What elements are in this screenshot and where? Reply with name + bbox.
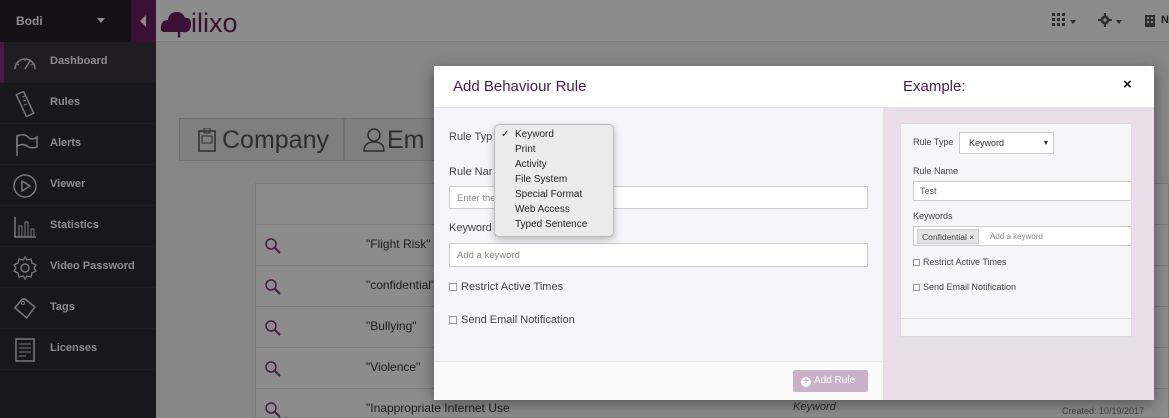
chevron-down-icon (1044, 141, 1048, 145)
keyword-input[interactable]: Add a keyword (449, 243, 868, 267)
example-rule-name-input: Test (913, 181, 1131, 201)
modal-title: Add Behaviour Rule (453, 78, 587, 95)
option-label: Typed Sentence (515, 219, 588, 230)
example-restrict-label: Restrict Active Times (923, 257, 1007, 267)
close-icon[interactable]: × (1123, 76, 1132, 93)
rule-name-placeholder: Enter the (457, 193, 496, 204)
rule-name-label: Rule Nar (449, 166, 493, 178)
keyword-tag: Confidential × (917, 229, 980, 244)
option-label: Activity (515, 159, 547, 170)
rule-type-option-file-system[interactable]: File System (495, 174, 613, 189)
checkmark-icon: ✓ (501, 129, 510, 140)
example-email-label: Send Email Notification (923, 282, 1017, 292)
checkbox-icon (449, 283, 457, 291)
example-keywords-label: Keywords (913, 211, 953, 221)
restrict-label: Restrict Active Times (461, 281, 564, 293)
keywords-label: Keyword (449, 222, 492, 234)
rule-type-option-print[interactable]: Print (495, 144, 613, 159)
checkbox-icon (913, 284, 920, 291)
option-label: Special Format (515, 189, 583, 200)
example-rule-type-select: Keyword (959, 132, 1054, 154)
example-keyword-placeholder: Add a keyword (990, 232, 1043, 241)
rule-type-option-typed-sentence[interactable]: Typed Sentence (495, 219, 613, 234)
example-keywords-input: Confidential × Add a keyword (913, 226, 1131, 246)
rule-type-label: Rule Typ (449, 131, 493, 143)
keyword-placeholder: Add a keyword (457, 250, 520, 261)
divider (901, 318, 1131, 319)
example-rule-type-label: Rule Type (913, 137, 954, 147)
add-rule-label: Add Rule (814, 375, 856, 386)
add-rule-button[interactable]: + Add Rule (793, 370, 868, 392)
option-label: Print (515, 144, 536, 155)
example-restrict-checkbox: Restrict Active Times (913, 257, 1007, 267)
modal-footer: + Add Rule (434, 361, 883, 400)
send-email-checkbox[interactable]: Send Email Notification (449, 314, 575, 326)
option-label: Web Access (515, 204, 570, 215)
rule-type-dropdown[interactable]: ✓ Keyword Print Activity File System Spec… (494, 124, 614, 237)
rule-type-option-special-format[interactable]: Special Format (495, 189, 613, 204)
option-label: File System (515, 174, 568, 185)
example-card: Rule Type Keyword Rule Name Test Keyword… (900, 123, 1132, 337)
option-label: Keyword (515, 129, 554, 140)
rule-type-option-keyword[interactable]: ✓ Keyword (495, 129, 613, 144)
modal-header: Add Behaviour Rule (434, 66, 883, 108)
restrict-active-times-checkbox[interactable]: Restrict Active Times (449, 281, 563, 293)
example-rule-name-value: Test (920, 186, 937, 196)
example-rule-name-label: Rule Name (913, 166, 959, 176)
checkbox-icon (913, 259, 920, 266)
example-title: Example: (903, 78, 966, 95)
example-email-checkbox: Send Email Notification (913, 282, 1016, 292)
example-header: Example: × (883, 66, 1154, 108)
plus-circle-icon: + (801, 377, 811, 387)
checkbox-icon (449, 316, 457, 324)
example-rule-type-value: Keyword (969, 138, 1005, 148)
rule-type-option-web-access[interactable]: Web Access (495, 204, 613, 219)
rule-type-option-activity[interactable]: Activity (495, 159, 613, 174)
example-panel: Example: × Rule Type Keyword Rule Name T… (883, 66, 1154, 400)
email-label: Send Email Notification (461, 314, 575, 326)
